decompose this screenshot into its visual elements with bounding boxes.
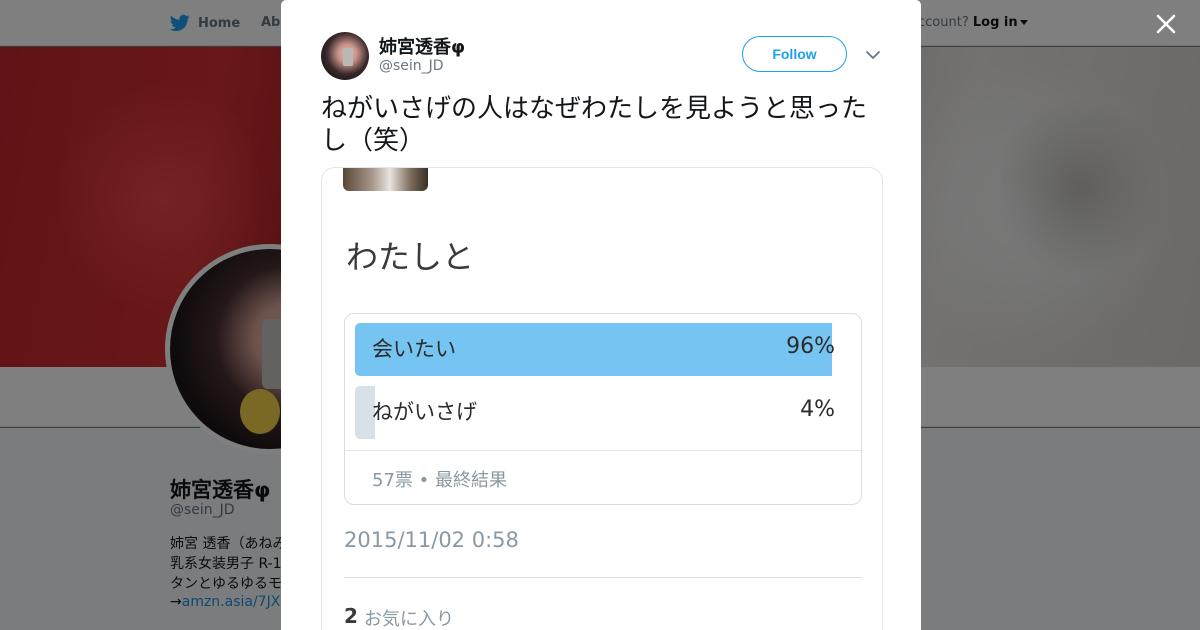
chevron-down-icon[interactable] (864, 46, 882, 64)
favorite-label: お気に入り (364, 609, 454, 630)
poll-meta: 57票 • 最終結果 (372, 470, 507, 491)
poll-title: わたしと (346, 238, 475, 276)
tweet-media-image[interactable]: わたしと 会いたい 96% ねがいさげ 4% 57票 • 最終結果 2015/1… (321, 167, 883, 630)
poll-date: 2015/11/02 0:58 (344, 528, 519, 552)
favorite-count: 2 (344, 604, 358, 628)
poll-option-label: 会いたい (372, 337, 456, 361)
tweet-text: ねがいさげの人はなぜわたしを見ようと思ったし（笑） (321, 94, 868, 156)
poll-divider (345, 450, 861, 451)
author-handle[interactable]: @sein_JD (379, 58, 444, 74)
poll-option-label: ねがいさげ (372, 400, 477, 424)
media-divider (344, 577, 862, 578)
follow-button[interactable]: Follow (742, 36, 847, 72)
media-thumbnail (343, 168, 428, 191)
poll-option-percent: 96% (786, 334, 835, 359)
poll-box: 会いたい 96% ねがいさげ 4% 57票 • 最終結果 (344, 313, 862, 505)
close-icon[interactable] (1152, 10, 1180, 38)
author-name[interactable]: 姉宮透香φ (379, 33, 465, 59)
tweet-modal: 姉宮透香φ @sein_JD Follow ねがいさげの人はなぜわたしを見ようと… (281, 0, 921, 630)
poll-option-percent: 4% (800, 397, 835, 422)
author-avatar[interactable] (321, 32, 369, 80)
